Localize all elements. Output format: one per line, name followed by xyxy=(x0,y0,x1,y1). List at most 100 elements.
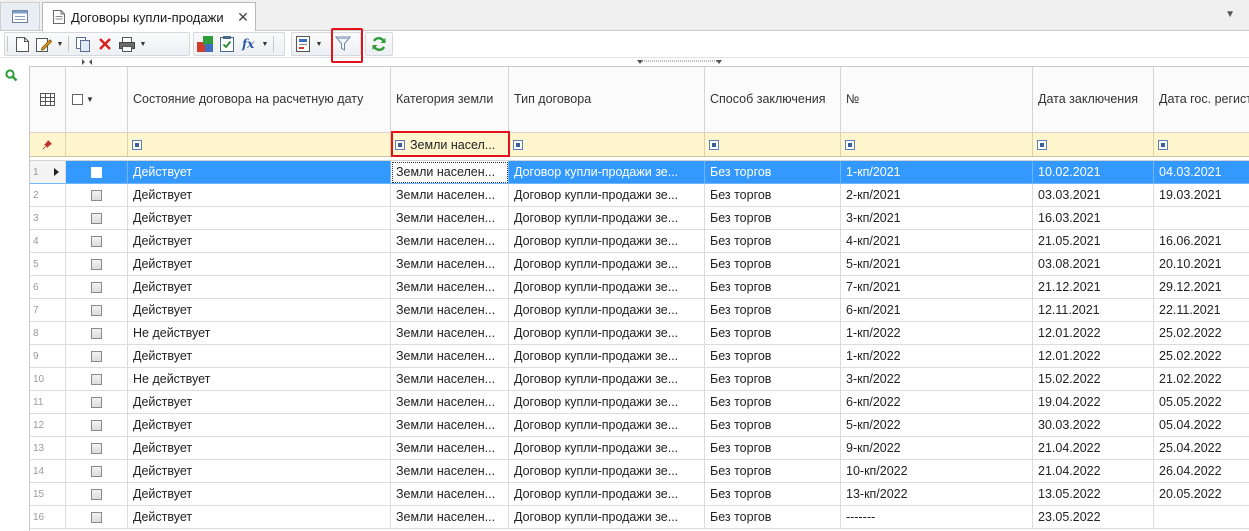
cell-method[interactable]: Без торгов xyxy=(705,391,841,414)
cell-category[interactable]: Земли населен... xyxy=(391,299,509,322)
cell-state[interactable]: Действует xyxy=(128,483,391,506)
cell-category[interactable]: Земли населен... xyxy=(391,184,509,207)
filter-operator-icon[interactable] xyxy=(1158,139,1168,150)
table-row[interactable]: 10 Не действует Земли населен... Договор ку… xyxy=(30,368,1249,391)
cell-category[interactable]: Земли населен... xyxy=(391,230,509,253)
filter-cell-type[interactable] xyxy=(509,133,705,157)
table-row[interactable]: 5 Действует Земли населен... Договор купли-… xyxy=(30,253,1249,276)
cell-type[interactable]: Договор купли-продажи зе... xyxy=(509,184,705,207)
row-checkbox[interactable] xyxy=(91,304,102,316)
cell-state[interactable]: Действует xyxy=(128,184,391,207)
cell-date-registered[interactable]: 19.03.2021 xyxy=(1154,184,1249,207)
cell-type[interactable]: Договор купли-продажи зе... xyxy=(509,345,705,368)
cell-number[interactable]: 7-кп/2021 xyxy=(841,276,1033,299)
cell-method[interactable]: Без торгов xyxy=(705,414,841,437)
cell-date-concluded[interactable]: 12.01.2022 xyxy=(1033,322,1154,345)
row-select-cell[interactable] xyxy=(66,437,128,460)
cell-date-concluded[interactable]: 21.04.2022 xyxy=(1033,460,1154,483)
filter-operator-icon[interactable] xyxy=(845,139,855,150)
cell-date-registered[interactable] xyxy=(1154,506,1249,529)
column-header-date-registered[interactable]: Дата гос. регистрации xyxy=(1154,67,1249,133)
filter-cell-select[interactable] xyxy=(66,133,128,157)
cell-date-registered[interactable]: 05.05.2022 xyxy=(1154,391,1249,414)
cell-number[interactable]: 2-кп/2021 xyxy=(841,184,1033,207)
cell-date-registered[interactable]: 25.04.2022 xyxy=(1154,437,1249,460)
row-select-cell[interactable] xyxy=(66,506,128,529)
row-select-cell[interactable] xyxy=(66,299,128,322)
cell-state[interactable]: Действует xyxy=(128,414,391,437)
row-select-cell[interactable] xyxy=(66,345,128,368)
column-header-category[interactable]: Категория земли xyxy=(391,67,509,133)
table-row[interactable]: 14 Действует Земли населен... Договор купли… xyxy=(30,460,1249,483)
row-select-cell[interactable] xyxy=(66,276,128,299)
cell-number[interactable]: 1-кп/2022 xyxy=(841,345,1033,368)
table-row[interactable]: 7 Действует Земли населен... Договор купли-… xyxy=(30,299,1249,322)
cell-date-registered[interactable]: 21.02.2022 xyxy=(1154,368,1249,391)
row-select-cell[interactable] xyxy=(66,207,128,230)
cell-category[interactable]: Земли населен... xyxy=(391,460,509,483)
table-row[interactable]: 12 Действует Земли населен... Договор купли… xyxy=(30,414,1249,437)
cell-category[interactable]: Земли населен... xyxy=(391,276,509,299)
cell-type[interactable]: Договор купли-продажи зе... xyxy=(509,207,705,230)
table-row[interactable]: 16 Действует Земли населен... Договор купли… xyxy=(30,506,1249,529)
cell-type[interactable]: Договор купли-продажи зе... xyxy=(509,253,705,276)
cell-date-concluded[interactable]: 21.04.2022 xyxy=(1033,437,1154,460)
cell-number[interactable]: 3-кп/2022 xyxy=(841,368,1033,391)
cell-number[interactable]: 6-кп/2022 xyxy=(841,391,1033,414)
row-select-cell[interactable] xyxy=(66,391,128,414)
search-icon[interactable] xyxy=(5,69,18,82)
filter-operator-icon[interactable] xyxy=(709,139,719,150)
cell-date-concluded[interactable]: 10.02.2021 xyxy=(1033,161,1154,184)
cell-number[interactable]: 5-кп/2022 xyxy=(841,414,1033,437)
filter-cell-date-concluded[interactable] xyxy=(1033,133,1154,157)
cell-type[interactable]: Договор купли-продажи зе... xyxy=(509,506,705,529)
table-row[interactable]: 2 Действует Земли населен... Договор купли-… xyxy=(30,184,1249,207)
clear-filter-cell[interactable] xyxy=(30,133,66,157)
cell-number[interactable]: 4-кп/2021 xyxy=(841,230,1033,253)
cell-date-registered[interactable]: 04.03.2021 xyxy=(1154,161,1249,184)
close-icon[interactable]: ✕ xyxy=(235,9,251,25)
select-all-header[interactable]: ▼ xyxy=(66,67,128,133)
check-document-button[interactable] xyxy=(216,33,238,55)
cell-category[interactable]: Земли населен... xyxy=(391,368,509,391)
formula-button[interactable]: fx xyxy=(238,33,260,55)
cell-state[interactable]: Действует xyxy=(128,299,391,322)
row-checkbox[interactable] xyxy=(91,189,102,201)
table-row[interactable]: 13 Действует Земли населен... Договор купли… xyxy=(30,437,1249,460)
column-header-method[interactable]: Способ заключения xyxy=(705,67,841,133)
cell-category[interactable]: Земли населен... xyxy=(391,161,509,184)
cell-category[interactable]: Земли населен... xyxy=(391,207,509,230)
table-row[interactable]: 1 Действует Земли населен... Договор купли-… xyxy=(30,161,1249,184)
cell-type[interactable]: Договор купли-продажи зе... xyxy=(509,299,705,322)
cell-type[interactable]: Договор купли-продажи зе... xyxy=(509,276,705,299)
report-dropdown[interactable]: ▼ xyxy=(314,33,324,55)
cell-date-registered[interactable]: 16.06.2021 xyxy=(1154,230,1249,253)
cell-category[interactable]: Земли населен... xyxy=(391,483,509,506)
tab-home[interactable] xyxy=(0,2,40,30)
cell-type[interactable]: Договор купли-продажи зе... xyxy=(509,483,705,506)
row-select-cell[interactable] xyxy=(66,161,128,184)
cell-method[interactable]: Без торгов xyxy=(705,230,841,253)
cell-method[interactable]: Без торгов xyxy=(705,460,841,483)
cell-state[interactable]: Действует xyxy=(128,391,391,414)
cell-method[interactable]: Без торгов xyxy=(705,322,841,345)
cell-type[interactable]: Договор купли-продажи зе... xyxy=(509,368,705,391)
cell-date-concluded[interactable]: 12.11.2021 xyxy=(1033,299,1154,322)
cell-date-registered[interactable]: 22.11.2021 xyxy=(1154,299,1249,322)
cell-number[interactable]: 5-кп/2021 xyxy=(841,253,1033,276)
row-checkbox[interactable] xyxy=(91,235,102,247)
row-select-cell[interactable] xyxy=(66,414,128,437)
refresh-button[interactable] xyxy=(368,33,390,55)
cell-state[interactable]: Действует xyxy=(128,253,391,276)
cell-type[interactable]: Договор купли-продажи зе... xyxy=(509,322,705,345)
row-checkbox[interactable] xyxy=(91,465,102,477)
table-row[interactable]: 9 Действует Земли населен... Договор купли-… xyxy=(30,345,1249,368)
edit-dropdown[interactable]: ▼ xyxy=(55,33,65,55)
cell-method[interactable]: Без торгов xyxy=(705,184,841,207)
edit-button[interactable] xyxy=(33,33,55,55)
column-header-date-concluded[interactable]: Дата заключения xyxy=(1033,67,1154,133)
cell-method[interactable]: Без торгов xyxy=(705,437,841,460)
cell-category[interactable]: Земли населен... xyxy=(391,345,509,368)
table-row[interactable]: 6 Действует Земли населен... Договор купли-… xyxy=(30,276,1249,299)
cell-method[interactable]: Без торгов xyxy=(705,368,841,391)
